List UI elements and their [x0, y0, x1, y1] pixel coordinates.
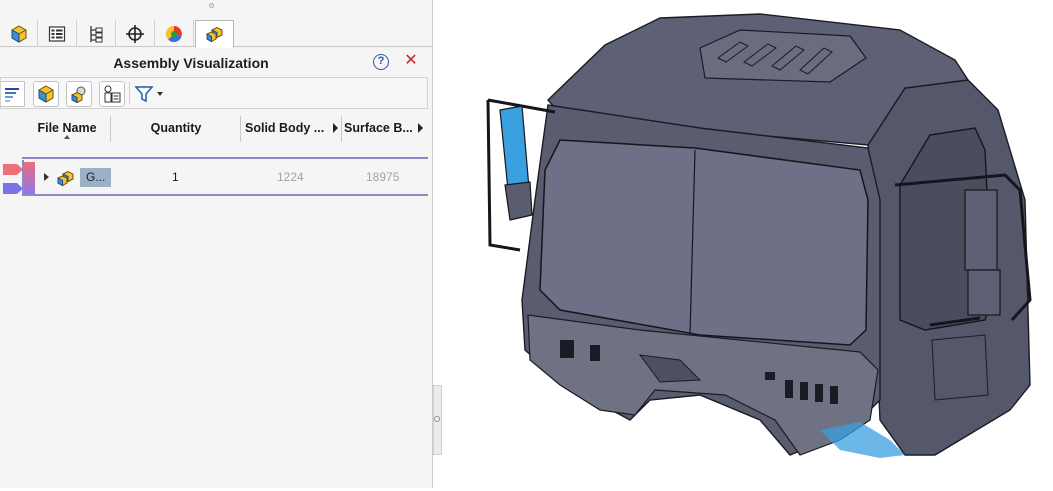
- range-top-line: [22, 157, 428, 159]
- visualization-toolbar: [0, 77, 428, 109]
- tab-property-manager[interactable]: [38, 20, 77, 47]
- filter-dropdown[interactable]: [134, 81, 170, 107]
- expand-arrow-icon[interactable]: [44, 173, 49, 181]
- column-header-file-name[interactable]: File Name: [24, 114, 110, 144]
- panel-titlebar: Assembly Visualization ? ✕: [0, 51, 432, 75]
- windshield: [539, 139, 869, 346]
- tab-assembly-visualization[interactable]: [195, 20, 234, 48]
- part-view-button[interactable]: [33, 81, 59, 107]
- part-cube-icon: [38, 85, 54, 103]
- color-wheel-icon: [165, 25, 182, 42]
- lower-range-slider[interactable]: [3, 183, 23, 194]
- panel-grip-handle[interactable]: [209, 3, 214, 8]
- panel-title: Assembly Visualization: [113, 55, 269, 71]
- help-icon[interactable]: ?: [373, 54, 389, 70]
- column-separator[interactable]: [341, 116, 342, 142]
- toolbar-separator: [129, 82, 130, 104]
- table-header: File Name Quantity Solid Body ... Surfac…: [0, 114, 428, 144]
- sort-ascending-icon: [64, 135, 70, 139]
- column-expand-icon[interactable]: [418, 123, 423, 133]
- properties-button[interactable]: [99, 81, 125, 107]
- assembly-cubes-icon: [206, 26, 222, 43]
- tab-display-manager[interactable]: [155, 20, 194, 47]
- quantity-cell: 1: [172, 170, 179, 184]
- column-header-quantity[interactable]: Quantity: [112, 114, 240, 144]
- assembly-cubes-icon: [57, 170, 74, 187]
- property-list-icon: [48, 25, 66, 42]
- file-name-cell[interactable]: G...: [80, 168, 111, 187]
- assembly-icon: [71, 86, 86, 104]
- configuration-icon: [90, 25, 103, 42]
- range-bottom-line: [22, 194, 428, 196]
- graphics-viewport[interactable]: [444, 0, 1053, 488]
- assembly-view-button[interactable]: [66, 81, 92, 107]
- chevron-down-icon: [157, 92, 163, 96]
- solid-bodies-cell: 1224: [277, 170, 304, 184]
- column-header-surface-bodies[interactable]: Surface B...: [343, 114, 417, 144]
- close-icon[interactable]: ✕: [403, 52, 419, 70]
- column-header-solid-bodies[interactable]: Solid Body ...: [242, 114, 330, 144]
- surface-bodies-cell: 18975: [366, 170, 400, 184]
- gradient-bar-button[interactable]: [1, 81, 25, 107]
- assembly-visualization-panel: Assembly Visualization ? ✕ File Name Qua…: [0, 0, 432, 488]
- upper-range-slider[interactable]: [3, 164, 23, 175]
- tab-configuration-manager[interactable]: [77, 20, 116, 47]
- crosshair-icon: [126, 24, 144, 43]
- manager-tab-bar: [0, 20, 432, 48]
- column-separator[interactable]: [240, 116, 241, 142]
- gradient-icon: [4, 88, 19, 102]
- part-cube-icon: [11, 24, 26, 43]
- properties-icon: [104, 85, 121, 103]
- column-expand-icon[interactable]: [333, 123, 338, 133]
- collapse-handle-dot: [434, 416, 440, 422]
- roof-hatch: [699, 29, 867, 83]
- value-gradient-bar: [24, 162, 35, 194]
- table-row[interactable]: G... 1 1224 18975: [36, 166, 428, 190]
- tab-dimxpert-manager[interactable]: [116, 20, 155, 47]
- filter-icon: [134, 86, 154, 103]
- tab-feature-manager[interactable]: [0, 20, 38, 47]
- truck-cab-model[interactable]: [444, 0, 1053, 488]
- column-separator[interactable]: [110, 116, 111, 142]
